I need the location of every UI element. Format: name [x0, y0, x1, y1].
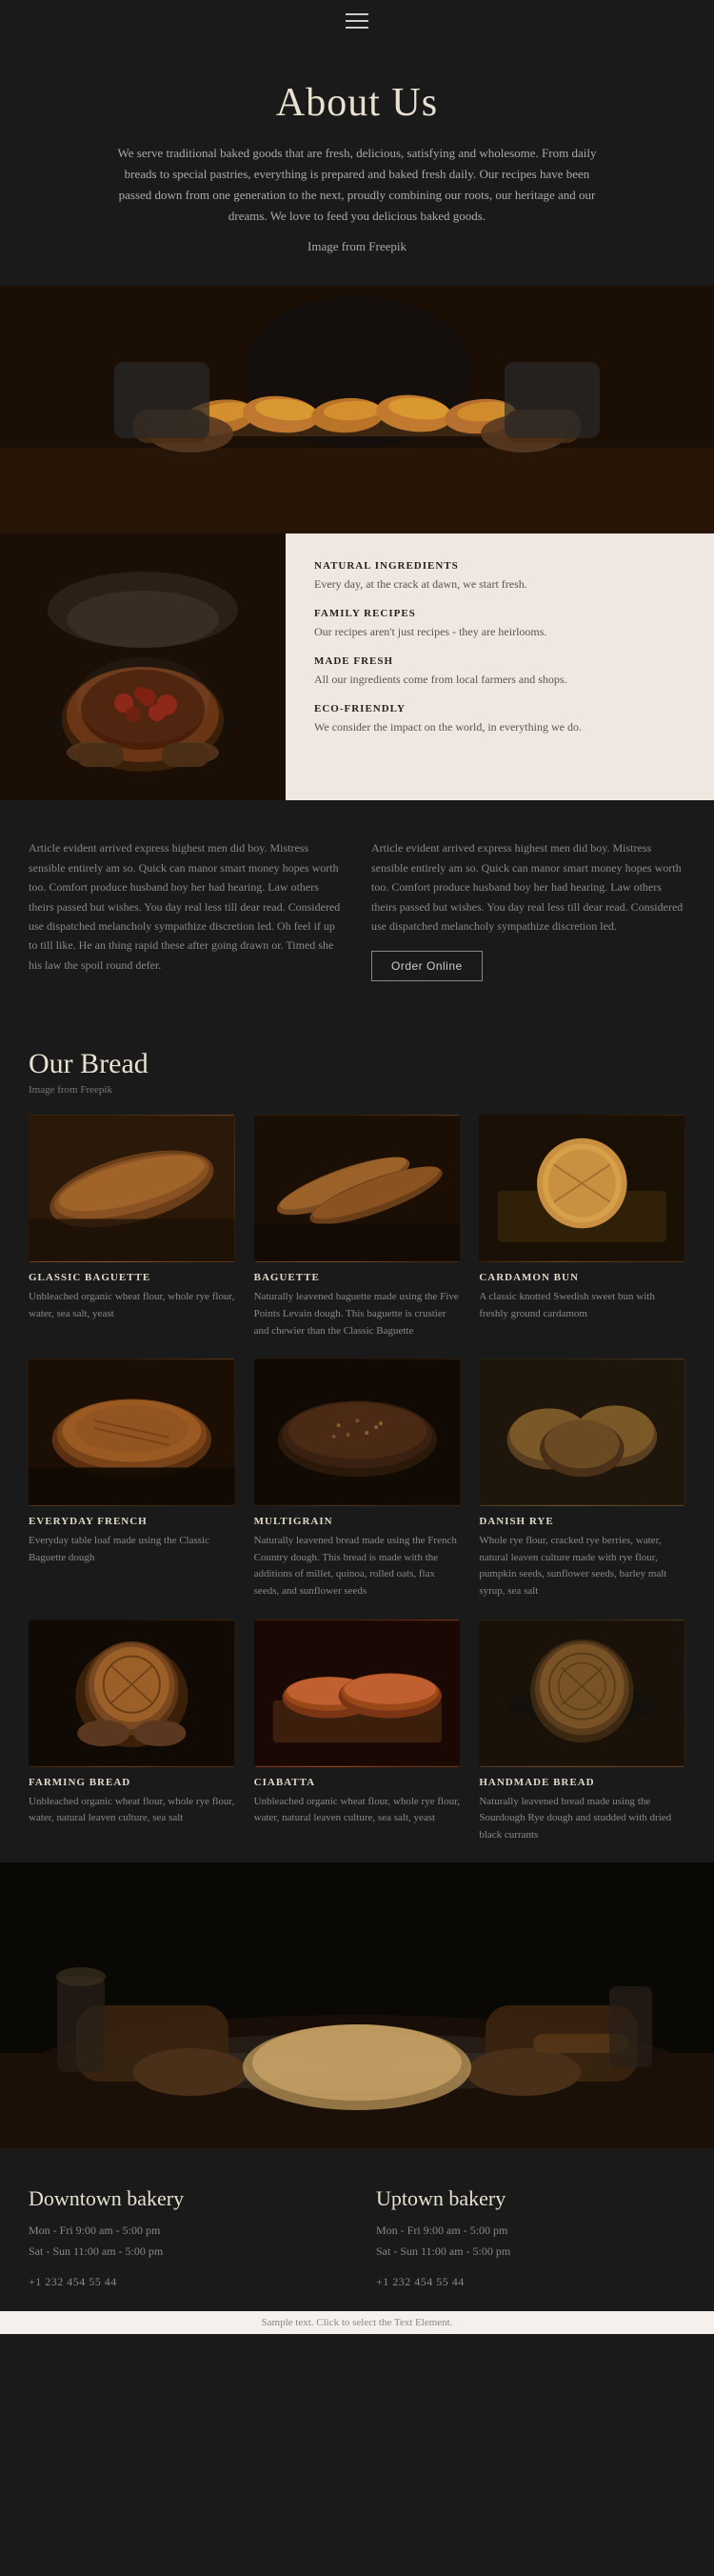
article-right-text: Article evident arrived express highest …	[371, 838, 685, 936]
hamburger-menu[interactable]	[346, 13, 368, 29]
bread-desc-cardamon-bun: A classic knotted Swedish sweet bun with…	[479, 1289, 685, 1322]
feature-text-2: Our recipes aren't just recipes - they a…	[314, 623, 685, 640]
uptown-phone: +1 232 454 55 44	[376, 2272, 685, 2293]
sample-text-label: Sample text. Click to select the Text El…	[262, 2317, 453, 2328]
bread-desc-farming-bread: Unbleached organic wheat flour, whole ry…	[29, 1794, 235, 1827]
bread-desc-ciabatta: Unbleached organic wheat flour, whole ry…	[254, 1794, 461, 1827]
bread-item-cardamon-bun: CARDAMON BUN A classic knotted Swedish s…	[479, 1115, 685, 1339]
bakery-bottom-image	[0, 1862, 714, 2148]
bread-item-farming-bread: FARMING BREAD Unbleached organic wheat f…	[29, 1620, 235, 1844]
feature-title-4: ECO-FRIENDLY	[314, 703, 685, 714]
bread-grid: GLASSIC BAGUETTE Unbleached organic whea…	[29, 1115, 685, 1843]
downtown-phone: +1 232 454 55 44	[29, 2272, 338, 2293]
bread-name-glassic-baguette: GLASSIC BAGUETTE	[29, 1272, 235, 1283]
about-title: About Us	[114, 80, 600, 126]
features-image	[0, 533, 286, 800]
bread-desc-glassic-baguette: Unbleached organic wheat flour, whole ry…	[29, 1289, 235, 1322]
downtown-title: Downtown bakery	[29, 2186, 338, 2211]
bread-desc-multigrain: Naturally leavened bread made using the …	[254, 1533, 461, 1600]
bread-section: Our Bread Image from Freepik GLASSIC BAG…	[0, 1010, 714, 1862]
bread-name-handmade-bread: HANDMADE BREAD	[479, 1777, 685, 1788]
feature-item-2: FAMILY RECIPES Our recipes aren't just r…	[314, 608, 685, 640]
hero-svg	[0, 286, 714, 533]
features-info: NATURAL INGREDIENTS Every day, at the cr…	[286, 533, 714, 800]
bread-img-farming-bread	[29, 1620, 235, 1767]
downtown-bakery: Downtown bakery Mon - Fri 9:00 am - 5:00…	[29, 2186, 338, 2292]
bread-img-multigrain	[254, 1358, 461, 1506]
bread-item-handmade-bread: HANDMADE BREAD Naturally leavened bread …	[479, 1620, 685, 1844]
article-section: Article evident arrived express highest …	[0, 800, 714, 1010]
bread-name-ciabatta: CIABATTA	[254, 1777, 461, 1788]
bread-section-title: Our Bread	[29, 1048, 685, 1080]
feature-text-3: All our ingredients come from local farm…	[314, 671, 685, 688]
bread-desc-everyday-french: Everyday table loaf made using the Class…	[29, 1533, 235, 1566]
bread-img-glassic-baguette	[29, 1115, 235, 1262]
about-section: About Us We serve traditional baked good…	[0, 42, 714, 286]
uptown-hours2: Sat - Sun 11:00 am - 5:00 pm	[376, 2242, 685, 2263]
feature-title-2: FAMILY RECIPES	[314, 608, 685, 619]
features-section: NATURAL INGREDIENTS Every day, at the cr…	[0, 533, 714, 800]
uptown-hours1: Mon - Fri 9:00 am - 5:00 pm	[376, 2221, 685, 2242]
uptown-title: Uptown bakery	[376, 2186, 685, 2211]
bread-name-danish-rye: DANISH RYE	[479, 1516, 685, 1527]
bakery-bottom-svg	[0, 1862, 714, 2148]
feature-item-3: MADE FRESH All our ingredients come from…	[314, 655, 685, 688]
bread-item-danish-rye: DANISH RYE Whole rye flour, cracked rye …	[479, 1358, 685, 1600]
hero-image	[0, 286, 714, 533]
hero-image-inner	[0, 286, 714, 533]
downtown-hours2: Sat - Sun 11:00 am - 5:00 pm	[29, 2242, 338, 2263]
bread-img-danish-rye	[479, 1358, 685, 1506]
bread-item-everyday-french: EVERYDAY FRENCH Everyday table loaf made…	[29, 1358, 235, 1600]
article-left: Article evident arrived express highest …	[29, 838, 343, 981]
bread-img-cardamon-bun	[479, 1115, 685, 1262]
bread-desc-danish-rye: Whole rye flour, cracked rye berries, wa…	[479, 1533, 685, 1600]
about-image-credit: Image from Freepik	[114, 236, 600, 257]
about-description: We serve traditional baked goods that ar…	[114, 143, 600, 227]
uptown-bakery: Uptown bakery Mon - Fri 9:00 am - 5:00 p…	[376, 2186, 685, 2292]
bread-img-handmade-bread	[479, 1620, 685, 1767]
article-right: Article evident arrived express highest …	[371, 838, 685, 981]
downtown-hours1: Mon - Fri 9:00 am - 5:00 pm	[29, 2221, 338, 2242]
navigation	[0, 0, 714, 42]
bread-item-ciabatta: CIABATTA Unbleached organic wheat flour,…	[254, 1620, 461, 1844]
bread-desc-handmade-bread: Naturally leavened bread made using the …	[479, 1794, 685, 1844]
bread-name-baguette: BAGUETTE	[254, 1272, 461, 1283]
article-left-text: Article evident arrived express highest …	[29, 838, 343, 975]
bread-item-multigrain: MULTIGRAIN Naturally leavened bread made…	[254, 1358, 461, 1600]
bread-img-baguette	[254, 1115, 461, 1262]
feature-title-1: NATURAL INGREDIENTS	[314, 560, 685, 572]
bread-name-cardamon-bun: CARDAMON BUN	[479, 1272, 685, 1283]
feature-item-1: NATURAL INGREDIENTS Every day, at the cr…	[314, 560, 685, 593]
bread-img-ciabatta	[254, 1620, 461, 1767]
bread-section-credit: Image from Freepik	[29, 1084, 685, 1096]
footer-locations: Downtown bakery Mon - Fri 9:00 am - 5:00…	[0, 2148, 714, 2311]
bread-img-everyday-french	[29, 1358, 235, 1506]
order-online-button[interactable]: Order Online	[371, 951, 483, 981]
feature-item-4: ECO-FRIENDLY We consider the impact on t…	[314, 703, 685, 735]
bread-name-everyday-french: EVERYDAY FRENCH	[29, 1516, 235, 1527]
feature-text-4: We consider the impact on the world, in …	[314, 718, 685, 735]
bread-name-multigrain: MULTIGRAIN	[254, 1516, 461, 1527]
tart-svg	[0, 533, 286, 800]
bread-name-farming-bread: FARMING BREAD	[29, 1777, 235, 1788]
bread-item-baguette: BAGUETTE Naturally leavened baguette mad…	[254, 1115, 461, 1339]
bread-desc-baguette: Naturally leavened baguette made using t…	[254, 1289, 461, 1339]
bread-item-glassic-baguette: GLASSIC BAGUETTE Unbleached organic whea…	[29, 1115, 235, 1339]
feature-text-1: Every day, at the crack at dawn, we star…	[314, 575, 685, 593]
feature-title-3: MADE FRESH	[314, 655, 685, 667]
sample-text-bar[interactable]: Sample text. Click to select the Text El…	[0, 2311, 714, 2334]
